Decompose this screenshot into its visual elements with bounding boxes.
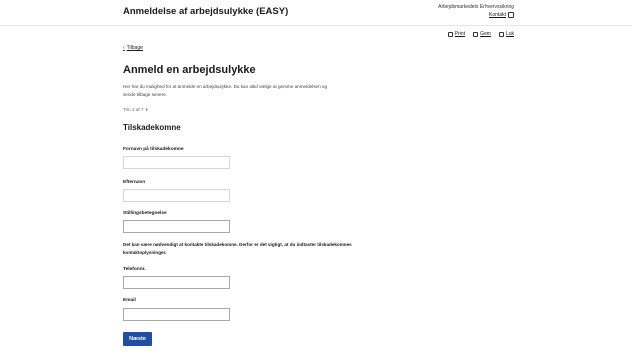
close-button[interactable]: Luk [498,31,514,37]
contact-label[interactable]: Kontakt [489,12,506,18]
back-link[interactable]: ‹ Tilbage [123,45,143,51]
save-icon [473,31,479,37]
first-name-label: Fornavn på tilskadekomne [123,147,184,152]
contact-notice: Det kan være nødvendigt at kontakte tils… [123,242,352,255]
job-title-label: Stillingsbetegnelse [123,211,167,216]
last-name-field[interactable] [123,189,230,202]
app-header: Anmeldelse af arbejdsulykke (EASY) Arbej… [0,0,632,26]
email-label: Email [123,298,136,303]
save-label[interactable]: Gem [480,31,491,37]
close-label[interactable]: Luk [506,31,514,37]
save-button[interactable]: Gem [473,31,491,37]
next-button[interactable]: Næste [123,332,152,346]
job-title-field[interactable] [123,220,230,233]
back-label[interactable]: Tilbage [127,45,143,51]
first-name-field[interactable] [123,156,230,169]
phone-label: Telefonnr. [123,267,146,272]
print-label[interactable]: Print [455,31,465,37]
email-field[interactable] [123,308,230,321]
section-title: Tilskadekomne [123,123,181,132]
chevron-left-icon: ‹ [123,45,125,51]
step-label[interactable]: Trin 2 af 7 [123,107,144,113]
step-indicator[interactable]: Trin 2 af 7 ▾ [123,107,148,113]
printer-icon [447,31,453,37]
chevron-down-icon: ▾ [145,107,148,112]
external-link-icon [508,12,514,18]
contact-link[interactable]: Kontakt [489,12,514,18]
page-title: Anmeld en arbejdsulykke [123,64,256,76]
print-button[interactable]: Print [447,31,465,37]
app-title: Anmeldelse af arbejdsulykke (EASY) [123,6,289,17]
close-icon [498,31,504,37]
intro-text: Her har du mulighed for at anmelde en ar… [123,84,328,97]
org-name: Arbejdsmarkedets Erhvervssikring [438,4,514,10]
last-name-label: Efternavn [123,180,146,185]
toolbar: Print Gem Luk [447,31,514,37]
phone-field[interactable] [123,276,230,289]
